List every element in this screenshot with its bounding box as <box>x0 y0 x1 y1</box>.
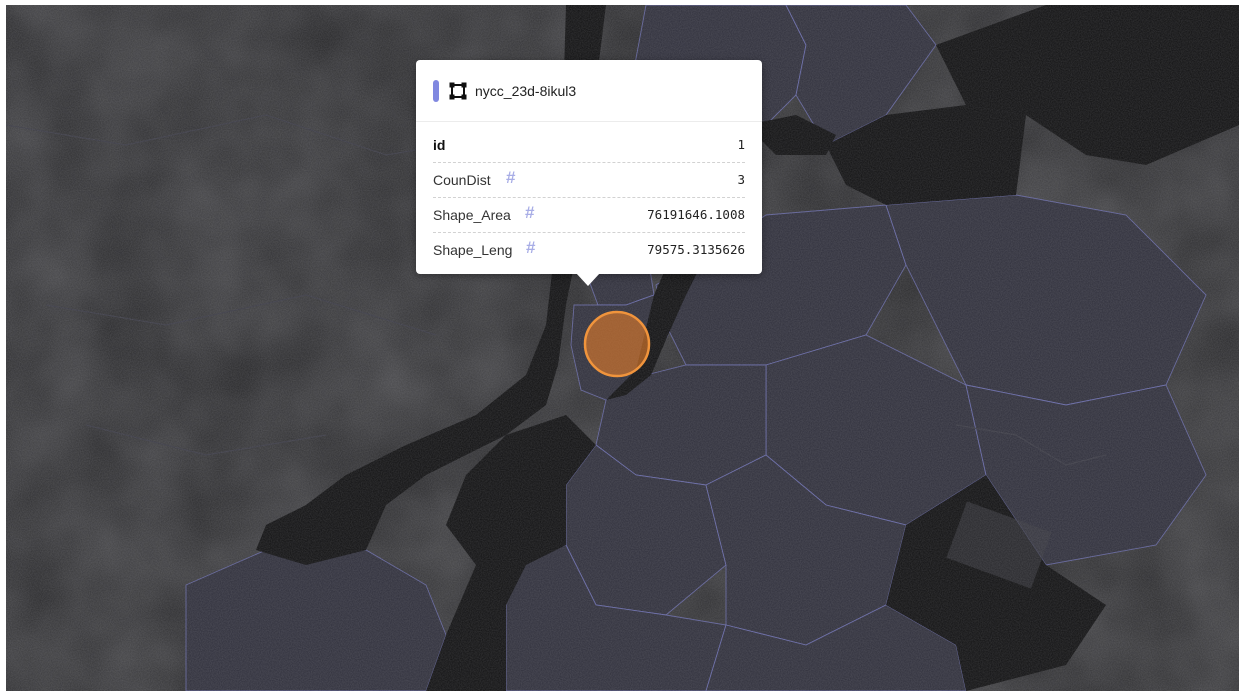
attribute-label: id <box>433 137 446 153</box>
attribute-value: 1 <box>737 137 745 152</box>
selected-district-highlight[interactable] <box>583 310 651 378</box>
layer-color-swatch <box>433 80 439 102</box>
attribute-row-coundist: CounDist # 3 <box>433 163 745 198</box>
tooltip-pointer <box>576 273 600 286</box>
tooltip-header: nycc_23d-8ikul3 <box>416 60 762 122</box>
attribute-table: id 1 CounDist # 3 Shape_Area # 76191646.… <box>433 128 745 267</box>
attribute-value: 79575.3135626 <box>647 242 745 257</box>
layer-name: nycc_23d-8ikul3 <box>475 83 577 99</box>
number-type-icon: # <box>526 238 536 257</box>
number-type-icon: # <box>525 203 535 222</box>
map-viewport[interactable]: nycc_23d-8ikul3 id 1 CounDist # 3 Shape_… <box>6 5 1239 691</box>
attribute-value: 76191646.1008 <box>647 207 745 222</box>
feature-tooltip: nycc_23d-8ikul3 id 1 CounDist # 3 Shape_… <box>416 60 762 286</box>
attribute-value: 3 <box>737 172 745 187</box>
attribute-label: Shape_Area <box>433 207 511 223</box>
attribute-label: Shape_Leng <box>433 242 513 258</box>
number-type-icon: # <box>506 168 516 187</box>
attribute-row-shape-leng: Shape_Leng # 79575.3135626 <box>433 233 745 267</box>
attribute-row-shape-area: Shape_Area # 76191646.1008 <box>433 198 745 233</box>
polygon-icon <box>449 82 467 100</box>
attribute-row-id: id 1 <box>433 128 745 163</box>
attribute-label: CounDist <box>433 172 491 188</box>
